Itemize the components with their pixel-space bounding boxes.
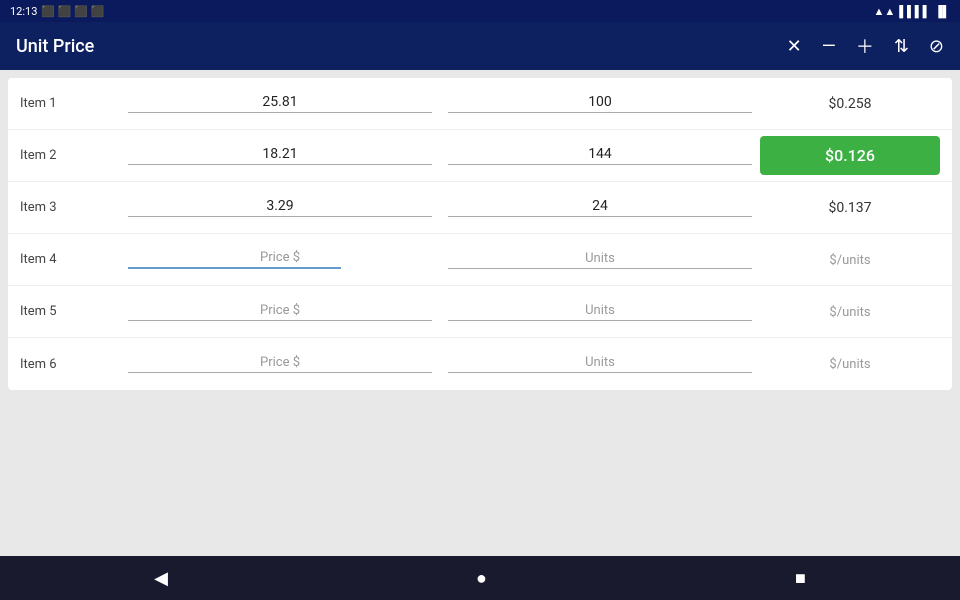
units-input-field[interactable]: Units bbox=[440, 303, 760, 321]
units-underline bbox=[448, 320, 752, 321]
title-bar: Unit Price ✕ — ＋ ⇅ ⊘ bbox=[0, 22, 960, 70]
units-input-field[interactable]: Units bbox=[440, 355, 760, 373]
close-icon[interactable]: ✕ bbox=[787, 36, 802, 57]
minimize-icon[interactable]: — bbox=[822, 36, 836, 57]
item-label: Item 4 bbox=[20, 252, 120, 267]
table-row: Item 6 Price $ Units $/units bbox=[8, 338, 952, 390]
price-input-field[interactable]: Price $ bbox=[120, 355, 440, 373]
units-underline bbox=[448, 268, 752, 269]
items-table: Item 1 25.81 100 $0.258 Item 2 18.21 bbox=[8, 78, 952, 390]
table-row: Item 5 Price $ Units $/units bbox=[8, 286, 952, 338]
result-value: $0.126 bbox=[760, 136, 940, 175]
item-label: Item 1 bbox=[20, 96, 120, 111]
item-label: Item 6 bbox=[20, 357, 120, 372]
item-label: Item 3 bbox=[20, 200, 120, 215]
price-underline bbox=[128, 216, 432, 217]
result-value: $0.258 bbox=[760, 96, 940, 112]
resize-icon[interactable]: ⇅ bbox=[894, 36, 909, 57]
units-underline bbox=[448, 372, 752, 373]
status-icons: ⬛ ⬛ ⬛ ⬛ bbox=[41, 5, 104, 18]
wifi-icon: ▲▲ bbox=[873, 5, 895, 18]
price-underline bbox=[128, 372, 432, 373]
table-row: Item 2 18.21 144 $0.126 bbox=[8, 130, 952, 182]
units-underline bbox=[448, 216, 752, 217]
units-field[interactable]: 144 bbox=[440, 146, 760, 165]
units-field[interactable]: 24 bbox=[440, 198, 760, 217]
recent-button[interactable]: ■ bbox=[795, 568, 806, 589]
back-button[interactable]: ◀ bbox=[154, 568, 168, 589]
home-button[interactable]: ● bbox=[476, 568, 487, 589]
table-row: Item 3 3.29 24 $0.137 bbox=[8, 182, 952, 234]
active-underline bbox=[128, 267, 341, 269]
bottom-nav: ◀ ● ■ bbox=[0, 556, 960, 600]
price-underline bbox=[128, 164, 432, 165]
status-left: 12:13 ⬛ ⬛ ⬛ ⬛ bbox=[10, 5, 104, 18]
item-label: Item 2 bbox=[20, 148, 120, 163]
result-placeholder: $/units bbox=[760, 356, 940, 372]
settings-icon[interactable]: ⊘ bbox=[929, 36, 944, 57]
result-value: $0.137 bbox=[760, 200, 940, 216]
status-bar: 12:13 ⬛ ⬛ ⬛ ⬛ ▲▲ ▌▌▌▌ ▐▌ bbox=[0, 0, 960, 22]
item-label: Item 5 bbox=[20, 304, 120, 319]
main-content: Item 1 25.81 100 $0.258 Item 2 18.21 bbox=[0, 70, 960, 556]
table-row: Item 4 Price $ Units $/units bbox=[8, 234, 952, 286]
price-underline bbox=[128, 320, 432, 321]
table-row: Item 1 25.81 100 $0.258 bbox=[8, 78, 952, 130]
price-field[interactable]: 25.81 bbox=[120, 94, 440, 113]
units-underline bbox=[448, 164, 752, 165]
page-title: Unit Price bbox=[16, 36, 94, 57]
title-actions: ✕ — ＋ ⇅ ⊘ bbox=[787, 33, 944, 59]
units-field[interactable]: 100 bbox=[440, 94, 760, 113]
result-placeholder: $/units bbox=[760, 252, 940, 268]
units-input-field[interactable]: Units bbox=[440, 251, 760, 269]
result-placeholder: $/units bbox=[760, 304, 940, 320]
status-time: 12:13 bbox=[10, 5, 37, 18]
add-icon[interactable]: ＋ bbox=[856, 33, 874, 59]
battery-icon: ▐▌ bbox=[934, 5, 950, 18]
status-right: ▲▲ ▌▌▌▌ ▐▌ bbox=[873, 5, 950, 18]
price-field[interactable]: 18.21 bbox=[120, 146, 440, 165]
units-underline bbox=[448, 112, 752, 113]
price-underline bbox=[128, 112, 432, 113]
price-field[interactable]: 3.29 bbox=[120, 198, 440, 217]
signal-icon: ▌▌▌▌ bbox=[899, 5, 930, 18]
price-input-field[interactable]: Price $ bbox=[120, 303, 440, 321]
price-input-field[interactable]: Price $ bbox=[120, 250, 440, 269]
